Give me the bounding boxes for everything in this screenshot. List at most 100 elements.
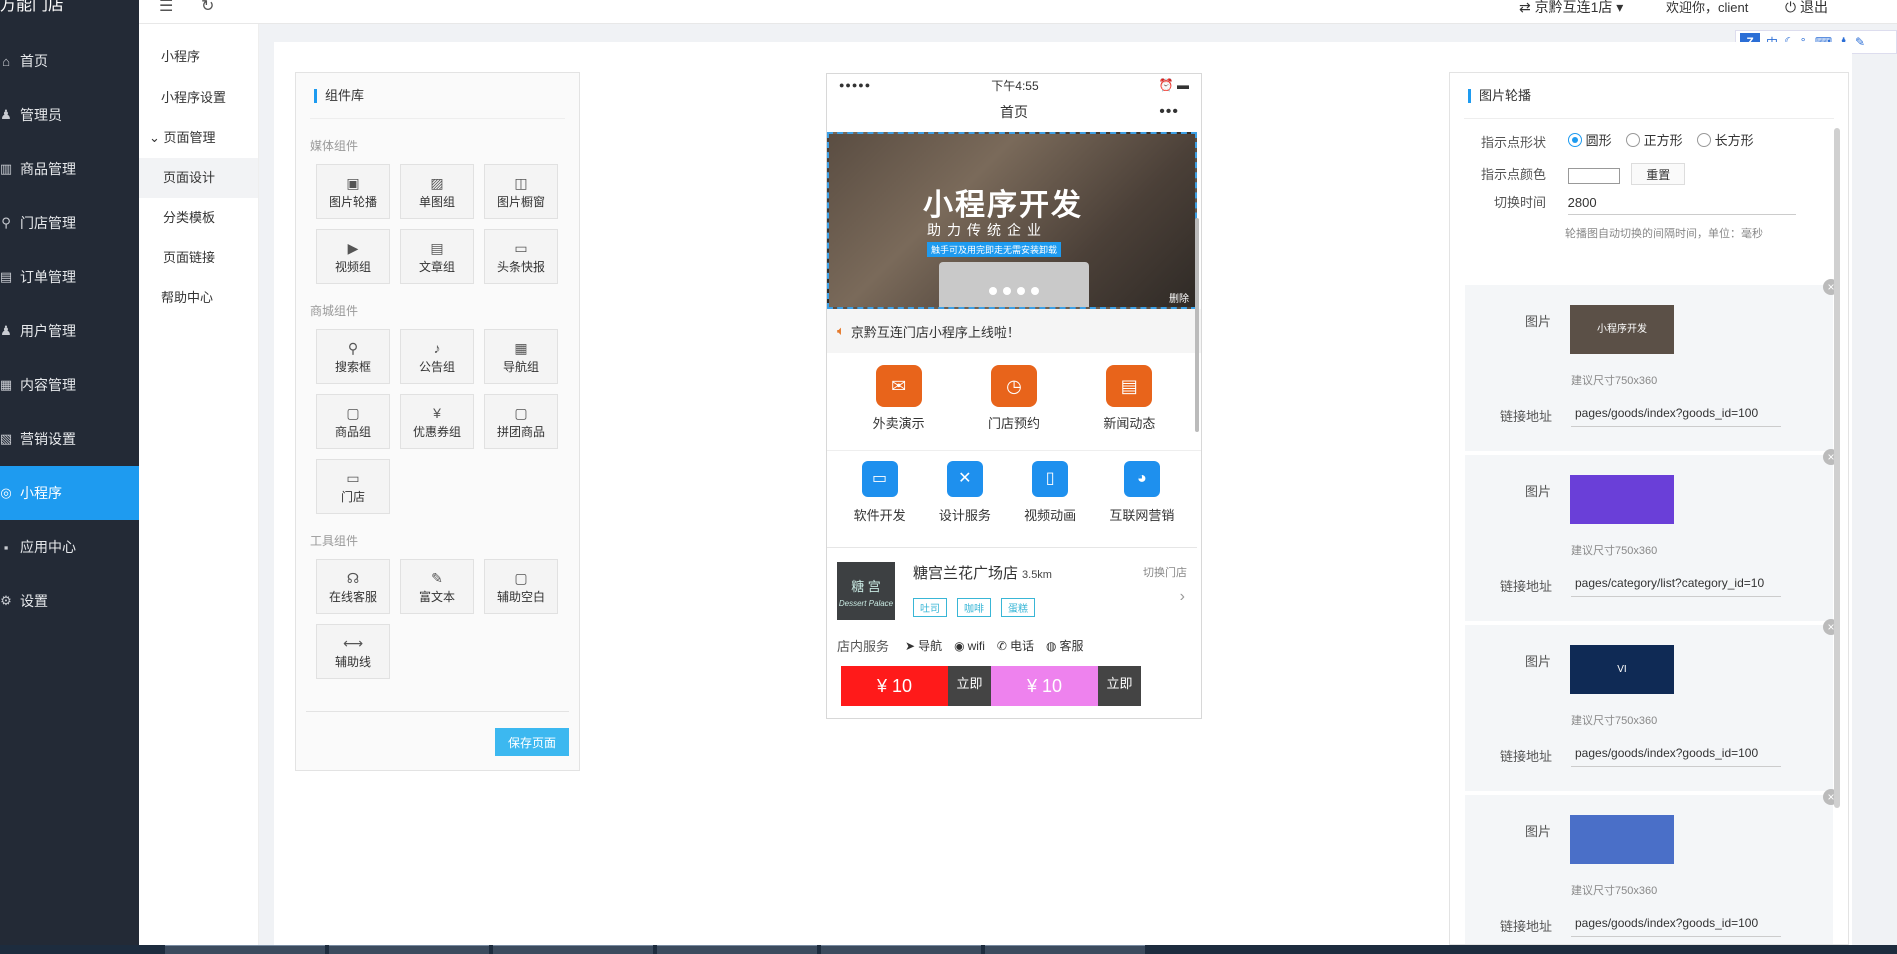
component-tile[interactable]: ◫ 图片橱窗 (484, 164, 558, 219)
component-tile[interactable]: ▭ 头条快报 (484, 229, 558, 284)
wrench-icon[interactable]: ✎ (1855, 35, 1865, 49)
service-item[interactable]: ✆ 电话 (997, 637, 1034, 654)
sidebar-item-8[interactable]: ◎ 小程序 (0, 466, 139, 520)
dot-color-picker[interactable] (1567, 167, 1620, 184)
save-page-button[interactable]: 保存页面 (495, 728, 569, 756)
coupon-claim-button[interactable]: 立即 (948, 666, 991, 706)
subnav-page-links[interactable]: 页面链接 (139, 238, 258, 278)
component-tile[interactable]: ⟷ 辅助线 (316, 624, 390, 679)
subnav-category-template[interactable]: 分类模板 (139, 198, 258, 238)
taskbar-item[interactable] (165, 945, 325, 954)
subnav-page-design[interactable]: 页面设计 (139, 158, 258, 198)
component-tile[interactable]: ▤ 文章组 (400, 229, 474, 284)
settings-scrollbar[interactable] (1834, 128, 1840, 808)
slide-link-input[interactable] (1571, 739, 1781, 767)
dot-shape-radio[interactable]: 圆形 (1567, 130, 1612, 149)
signal-dots: ●●●●● (839, 80, 872, 90)
switch-store-link[interactable]: 切换门店 (1143, 564, 1187, 580)
nav-tile[interactable]: ◕ 互联网营销 (1109, 461, 1174, 547)
nav-tile[interactable]: ▤ 新闻动态 (1103, 365, 1155, 450)
service-item[interactable]: ◍ 客服 (1046, 637, 1084, 654)
refresh-icon[interactable]: ↻ (201, 0, 214, 16)
coupon-claim-button[interactable]: 立即 (1098, 666, 1141, 706)
delete-component-button[interactable]: 删除 (1169, 290, 1189, 305)
logout-button[interactable]: ⏻ 退出 (1785, 0, 1828, 17)
coupon-card[interactable]: ¥ 10 立即 (991, 666, 1141, 706)
settings-title: 图片轮播 (1464, 73, 1834, 119)
component-tile[interactable]: ⚲ 搜索框 (316, 329, 390, 384)
component-tile[interactable]: ▭ 门店 (316, 459, 390, 514)
nav-tile[interactable]: ▯ 视频动画 (1024, 461, 1076, 547)
nav-tile[interactable]: ✕ 设计服务 (939, 461, 991, 547)
sidebar-item-2[interactable]: ▥ 商品管理 (0, 142, 139, 196)
appointment-icon: ◷ (990, 365, 1037, 407)
component-tile[interactable]: ▦ 导航组 (484, 329, 558, 384)
user-icon: ♟ (0, 323, 12, 338)
chevron-right-icon[interactable]: › (1180, 588, 1185, 606)
taskbar-item[interactable] (657, 945, 817, 954)
component-tile[interactable]: ▢ 拼团商品 (484, 394, 558, 449)
nav-tile[interactable]: ◷ 门店预约 (988, 365, 1040, 450)
component-tile[interactable]: ▨ 单图组 (400, 164, 474, 219)
component-tile-label: 搜索框 (334, 360, 371, 374)
component-tile[interactable]: ▢ 商品组 (316, 394, 390, 449)
store-card[interactable]: 糖 宫 Dessert Palace 糖宫兰花广场店 3.5km 切换门店 › 吐… (827, 547, 1197, 666)
slide-thumbnail[interactable]: VI (1570, 645, 1674, 694)
taskbar-item[interactable] (329, 945, 489, 954)
nav-tile[interactable]: ✉ 外卖演示 (873, 365, 925, 450)
carousel-preview[interactable]: 小程序开发 助力传统企业 触手可及用完即走无需安装卸载 删除 (827, 132, 1197, 309)
dot-shape-radio[interactable]: 正方形 (1625, 130, 1683, 149)
taskbar-item[interactable] (821, 945, 981, 954)
component-tile[interactable]: ▣ 图片轮播 (316, 164, 390, 219)
subnav-miniapp-settings[interactable]: 小程序设置 (139, 78, 258, 118)
welcome-text: 欢迎你，client (1666, 0, 1749, 15)
coupon-card[interactable]: ¥ 10 立即 (841, 666, 991, 706)
component-tile[interactable]: ✎ 富文本 (400, 559, 474, 614)
sidebar-item-5[interactable]: ♟ 用户管理 (0, 304, 139, 358)
miniapp-icon: ◎ (0, 485, 12, 500)
sidebar-item-4[interactable]: ▤ 订单管理 (0, 250, 139, 304)
subnav-page-manage[interactable]: ⌄ 页面管理 (139, 118, 258, 158)
component-grid: ☊ 在线客服 ✎ 富文本 ▢ 辅助空白 ⟷ 辅助线 (296, 549, 579, 679)
sidebar-item-label: 小程序 (20, 485, 62, 501)
reset-color-button[interactable]: 重置 (1631, 163, 1686, 185)
phone-scrollbar[interactable] (1195, 218, 1199, 432)
taskbar-item[interactable] (493, 945, 653, 954)
sidebar-item-3[interactable]: ⚲ 门店管理 (0, 196, 139, 250)
sidebar-item-10[interactable]: ⚙ 设置 (0, 574, 139, 628)
store-distance: 3.5km (1022, 569, 1052, 581)
component-tile[interactable]: ▢ 辅助空白 (484, 559, 558, 614)
slide-link-input[interactable] (1571, 569, 1781, 597)
content-icon: ▦ (0, 377, 13, 392)
component-tile-label: 单图组 (418, 195, 455, 209)
more-icon[interactable]: ••• (1159, 96, 1179, 128)
sidebar-item-label: 内容管理 (20, 377, 76, 393)
slide-thumbnail[interactable]: 小程序开发 (1570, 305, 1674, 354)
interval-input[interactable] (1567, 191, 1796, 215)
sidebar-item-9[interactable]: ▪ 应用中心 (0, 520, 139, 574)
article-icon: ▤ (430, 240, 444, 256)
store-switcher[interactable]: ⇄ 京黔互连1店 ▾ (1519, 0, 1623, 17)
service-item[interactable]: ◉ wifi (954, 639, 985, 653)
sidebar-item-0[interactable]: ⌂ 首页 (0, 34, 139, 88)
slide-thumbnail[interactable] (1570, 475, 1674, 524)
slide-link-input[interactable] (1571, 909, 1781, 937)
subnav-help-center[interactable]: 帮助中心 (139, 278, 258, 318)
sidebar-item-7[interactable]: ▧ 营销设置 (0, 412, 139, 466)
component-tile[interactable]: ▶ 视频组 (316, 229, 390, 284)
component-tile[interactable]: ¥ 优惠券组 (400, 394, 474, 449)
component-tile[interactable]: ☊ 在线客服 (316, 559, 390, 614)
notice-bar[interactable]: 🔈︎ 京黔互连门店小程序上线啦！ (827, 309, 1201, 353)
taskbar-item[interactable] (985, 945, 1145, 954)
slide-thumbnail[interactable] (1570, 815, 1674, 864)
menu-collapse-icon[interactable]: ☰ (159, 0, 173, 16)
component-library-title-text: 组件库 (325, 88, 365, 103)
slide-link-input[interactable] (1571, 399, 1781, 427)
nav-tile[interactable]: ▭ 软件开发 (854, 461, 906, 547)
dot-shape-radio[interactable]: 长方形 (1696, 130, 1754, 149)
subnav-miniapp[interactable]: 小程序 (139, 24, 258, 78)
component-tile[interactable]: ♪ 公告组 (400, 329, 474, 384)
sidebar-item-6[interactable]: ▦ 内容管理 (0, 358, 139, 412)
service-item[interactable]: ➤ 导航 (905, 637, 942, 654)
sidebar-item-1[interactable]: ♟ 管理员 (0, 88, 139, 142)
